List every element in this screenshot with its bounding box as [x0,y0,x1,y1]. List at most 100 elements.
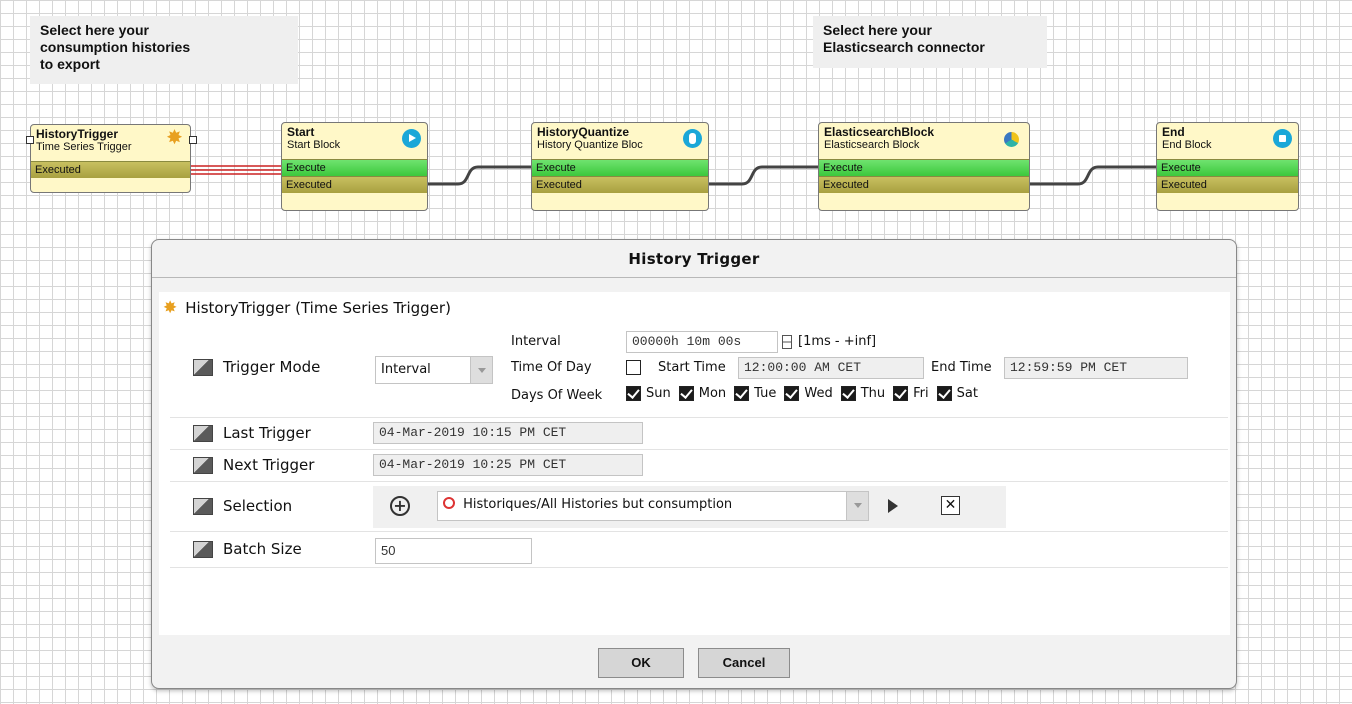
end-time-label: End Time [931,360,992,375]
day-label: Sat [956,386,978,401]
next-trigger-value: 04-Mar-2019 10:25 PM CET [379,457,567,472]
history-quantize-block[interactable]: HistoryQuantize History Quantize Bloc Ex… [531,122,709,211]
next-trigger-label-group: Next Trigger [193,456,314,474]
block-subtitle: History Quantize Bloc [537,139,643,151]
slot-executed[interactable]: Executed [1157,176,1298,193]
selection-value: Historiques/All Histories but consumptio… [463,497,733,512]
day-wed[interactable]: Wed [784,386,833,401]
check-icon [840,386,856,401]
add-circle-icon[interactable]: + [390,496,410,516]
check-icon [936,386,952,401]
last-trigger-label: Last Trigger [223,424,311,442]
selection-editor: + Historiques/All Histories but consumpt… [373,486,1006,528]
resize-handle-right[interactable] [189,136,197,144]
selection-label-group: Selection [193,497,292,515]
day-label: Fri [913,386,929,401]
slot-execute[interactable]: Execute [819,159,1029,176]
property-cube-icon [193,540,213,558]
clear-icon[interactable]: ✕ [941,496,960,515]
block-title: ElasticsearchBlock [824,125,935,139]
block-title: HistoryQuantize [537,125,630,139]
end-time-field[interactable]: 12:59:59 PM CET [1004,357,1188,379]
property-cube-icon [193,424,213,442]
batch-size-label: Batch Size [223,540,302,558]
trigger-mode-label-group: Trigger Mode [193,358,320,376]
time-of-day-checkbox[interactable] [626,360,641,375]
day-label: Wed [804,386,833,401]
search-icon [443,497,455,509]
interval-input[interactable]: 00000h 10m 00s [626,331,778,353]
selection-label: Selection [223,497,293,515]
chevron-down-icon [470,357,492,383]
component-header-label: HistoryTrigger (Time Series Trigger) [185,299,451,317]
star-burst-icon: ✸ [166,127,183,149]
elasticsearch-block[interactable]: ElasticsearchBlock Elasticsearch Block E… [818,122,1030,211]
last-trigger-row: Last Trigger 04-Mar-2019 10:15 PM CET [170,418,1228,450]
cancel-button[interactable]: Cancel [698,648,790,678]
batch-size-input[interactable]: 50 [375,538,532,564]
trigger-mode-select[interactable]: Interval [375,356,493,384]
batch-size-value: 50 [381,543,396,558]
last-trigger-field: 04-Mar-2019 10:15 PM CET [373,422,643,444]
day-sat[interactable]: Sat [936,386,978,401]
check-icon [734,386,750,401]
next-trigger-field: 04-Mar-2019 10:25 PM CET [373,454,643,476]
end-block[interactable]: End End Block Execute Executed [1156,122,1299,211]
day-thu[interactable]: Thu [840,386,886,401]
selection-row: Selection + Historiques/All Histories bu… [170,482,1228,532]
link-trigger-to-start[interactable] [190,165,282,175]
component-header: ✸ HistoryTrigger (Time Series Trigger) [163,299,451,317]
slot-executed[interactable]: Executed [532,176,708,193]
history-trigger-dialog: History Trigger ✸ HistoryTrigger (Time S… [151,239,1237,689]
play-icon [402,129,421,148]
slot-execute[interactable]: Execute [282,159,427,176]
check-icon [893,386,909,401]
star-burst-icon: ✸ [163,297,178,318]
trigger-mode-value: Interval [381,362,431,377]
day-label: Tue [754,386,777,401]
block-subtitle: Elasticsearch Block [824,139,920,151]
ok-button[interactable]: OK [598,648,684,678]
slot-executed[interactable]: Executed [282,176,427,193]
slot-executed[interactable]: Executed [31,161,190,178]
trigger-mode-row: Trigger Mode Interval Interval 00000h 10… [170,326,1228,418]
next-trigger-label: Next Trigger [223,456,315,474]
property-cube-icon [193,497,213,515]
block-title: HistoryTrigger [36,127,119,141]
day-label: Thu [860,386,886,401]
stop-icon [1273,129,1292,148]
database-icon [683,129,702,148]
start-time-field[interactable]: 12:00:00 AM CET [738,357,924,379]
days-of-week-label: Days Of Week [511,388,603,403]
time-of-day-label: Time Of Day [511,360,592,375]
interval-range: [1ms - +inf] [798,334,877,349]
day-mon[interactable]: Mon [678,386,727,401]
start-block[interactable]: Start Start Block Execute Executed [281,122,428,211]
check-icon [784,386,800,401]
day-label: Mon [698,386,727,401]
link-start-to-quantize[interactable] [427,165,532,186]
history-trigger-block[interactable]: HistoryTrigger Time Series Trigger ✸ Exe… [30,124,191,193]
day-sun[interactable]: Sun [626,386,671,401]
property-cube-icon [193,456,213,474]
trigger-mode-label: Trigger Mode [223,358,321,376]
link-quantize-to-elasticsearch[interactable] [708,165,819,186]
slot-execute[interactable]: Execute [532,159,708,176]
batch-size-label-group: Batch Size [193,540,302,558]
day-tue[interactable]: Tue [734,386,776,401]
chevron-down-icon [846,492,868,520]
link-elasticsearch-to-end[interactable] [1029,165,1158,186]
interval-spinner-icon[interactable] [782,335,792,349]
slot-executed[interactable]: Executed [819,176,1029,193]
dialog-body: ✸ HistoryTrigger (Time Series Trigger) T… [159,292,1230,635]
slot-execute[interactable]: Execute [1157,159,1298,176]
resize-handle-left[interactable] [26,136,34,144]
start-time-label: Start Time [658,360,726,375]
property-cube-icon [193,358,213,376]
last-trigger-value: 04-Mar-2019 10:15 PM CET [379,425,567,440]
play-arrow-icon[interactable] [888,499,898,513]
selection-select[interactable]: Historiques/All Histories but consumptio… [437,491,869,521]
batch-size-row: Batch Size 50 [170,532,1228,568]
day-fri[interactable]: Fri [893,386,929,401]
check-icon [626,386,641,401]
